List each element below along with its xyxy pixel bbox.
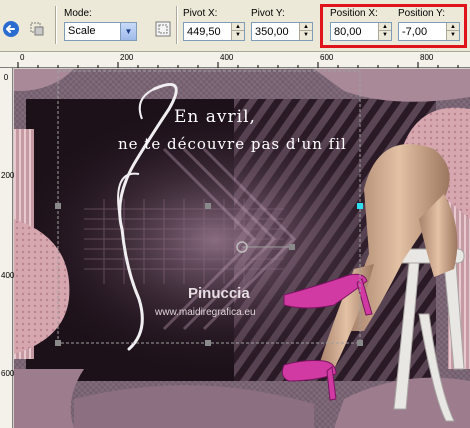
- ruler-top-label: 200: [120, 53, 134, 62]
- ruler-left-label: 600: [1, 369, 15, 378]
- toolbar-separator: [176, 6, 178, 44]
- mode-value: Scale: [68, 25, 96, 37]
- ruler-top: 0 200 400 600 800: [0, 52, 470, 68]
- mode-select[interactable]: Scale ▼: [64, 22, 137, 41]
- pivot-y-field[interactable]: ▲▼: [251, 22, 313, 41]
- ruler-left-label: 200: [1, 171, 15, 180]
- canvas-title-line1: En avril,: [174, 107, 256, 127]
- ruler-top-label: 800: [420, 53, 434, 62]
- pivot-y-spinner[interactable]: ▲ ▼: [299, 23, 312, 40]
- ruler-top-label: 0: [20, 53, 25, 62]
- transform-tool-icon[interactable]: [26, 18, 48, 40]
- pivot-y-label: Pivot Y:: [251, 8, 285, 19]
- canvas-title-line2: ne te découvre pas d'un fil: [118, 135, 347, 153]
- chevron-down-icon[interactable]: ▼: [120, 23, 136, 40]
- ruler-top-label: 400: [220, 53, 234, 62]
- ruler-top-ticks: [17, 62, 459, 68]
- toolbar: Mode: Scale ▼ Pivot X: ▲▼ Pivot Y: ▲▼ Po…: [0, 0, 470, 52]
- reset-transform-icon[interactable]: [152, 18, 174, 40]
- position-highlight-box: [320, 4, 467, 48]
- pivot-x-spinner[interactable]: ▲ ▼: [231, 23, 244, 40]
- ruler-left-label: 400: [1, 271, 15, 280]
- signature-text: Pinuccia: [188, 285, 250, 302]
- ruler-left: 0 200 400 600: [0, 68, 15, 428]
- undo-icon[interactable]: [0, 18, 22, 40]
- mode-label: Mode:: [64, 8, 92, 19]
- image-canvas[interactable]: En avril, ne te découvre pas d'un fil Pi…: [14, 69, 470, 428]
- pivot-x-field[interactable]: ▲▼: [183, 22, 245, 41]
- pivot-x-label: Pivot X:: [183, 8, 218, 19]
- website-text: www.maidiregrafica.eu: [155, 307, 256, 318]
- toolbar-separator: [55, 6, 57, 44]
- ruler-left-label: 0: [3, 73, 9, 82]
- ruler-top-label: 600: [320, 53, 334, 62]
